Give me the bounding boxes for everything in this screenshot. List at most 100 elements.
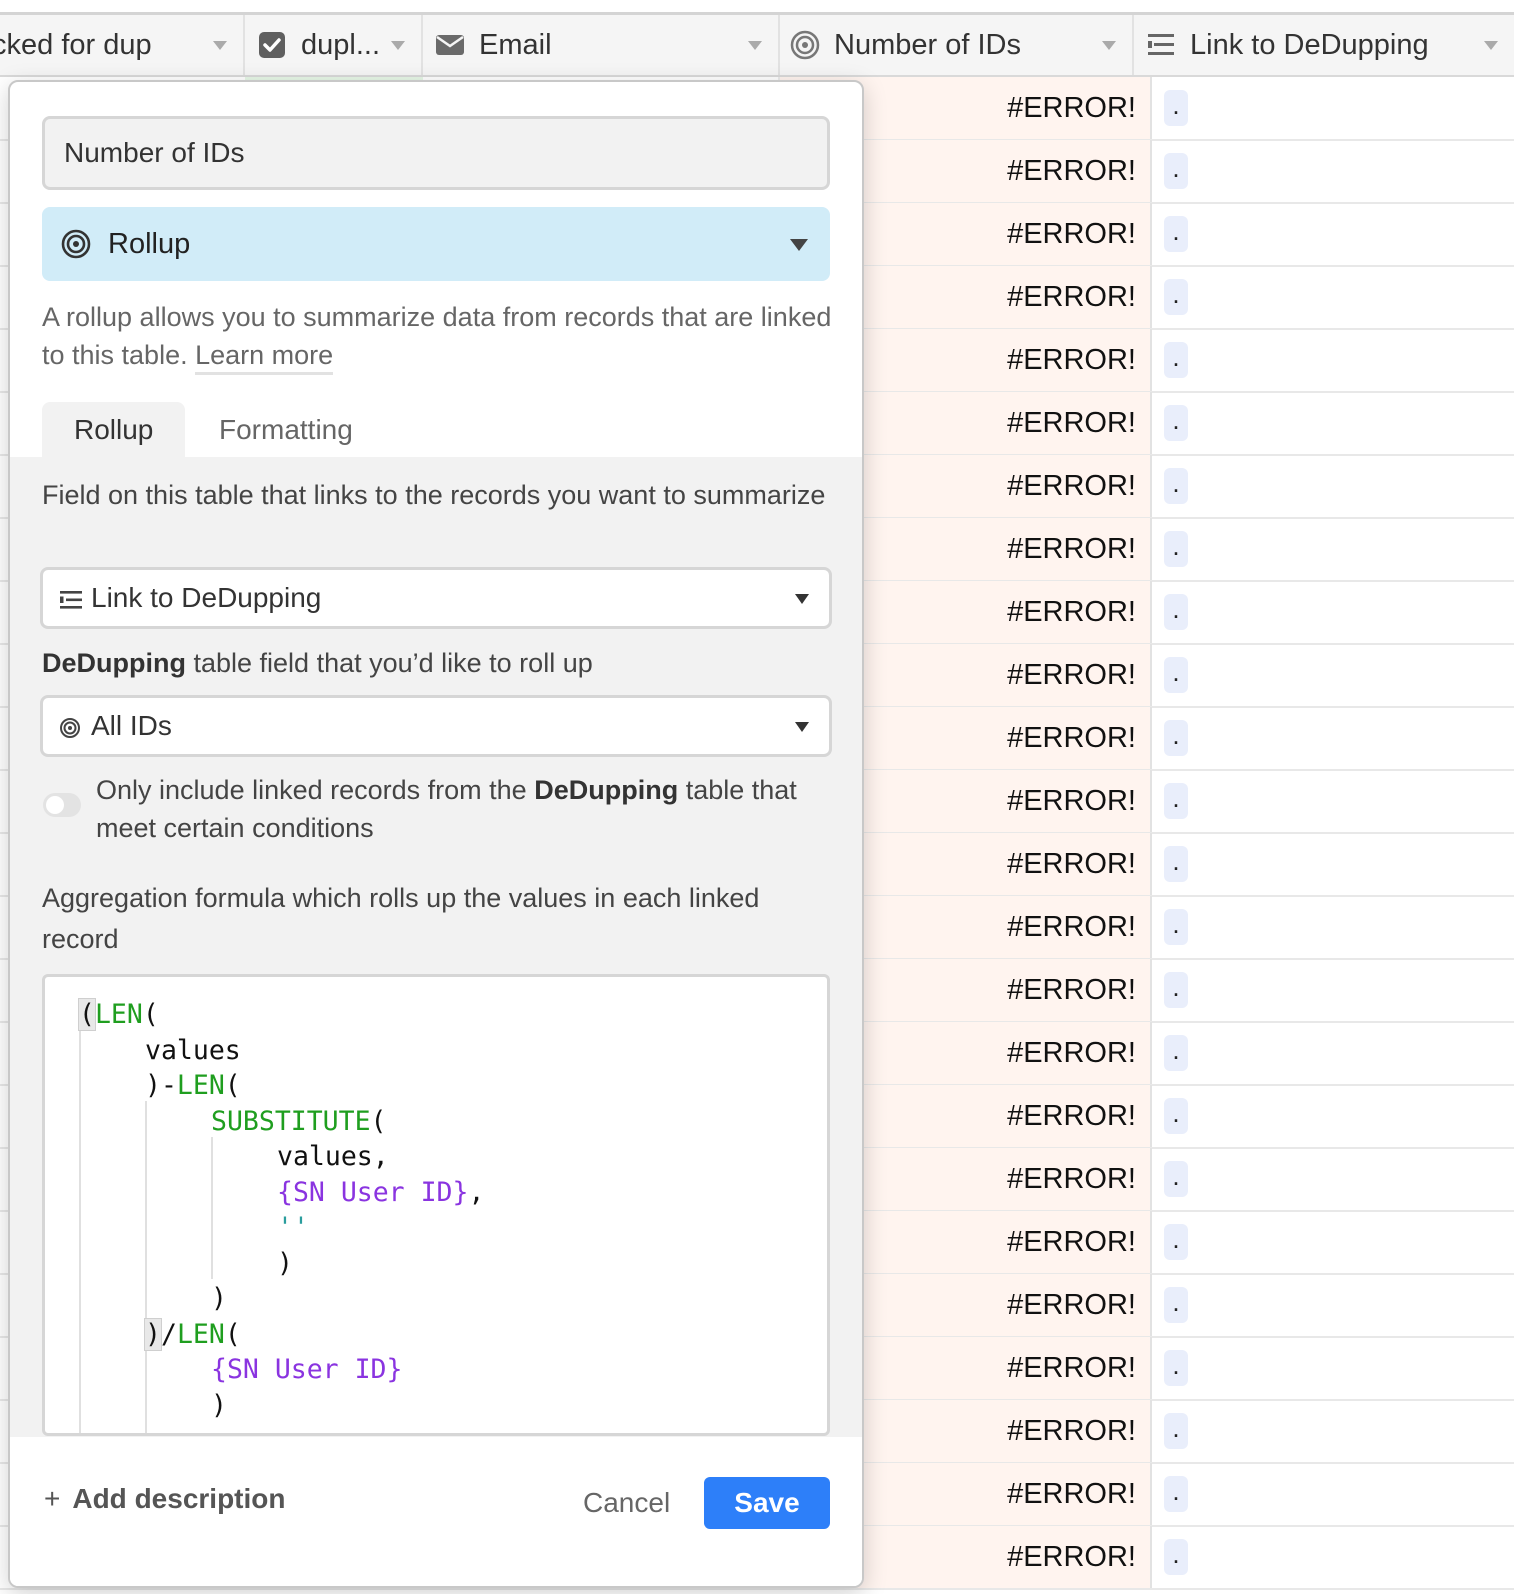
- cell-link-to-dedupping[interactable]: .: [1152, 266, 1514, 328]
- learn-more-link[interactable]: Learn more: [195, 340, 334, 375]
- formula-line: (LEN(: [78, 997, 159, 1033]
- description-text: A rollup allows you to summarize data fr…: [42, 302, 832, 370]
- cell-link-to-dedupping[interactable]: .: [1152, 1211, 1514, 1273]
- column-header-dupl[interactable]: dupl...: [245, 15, 423, 75]
- linked-record-chip[interactable]: .: [1164, 1035, 1188, 1071]
- cell-link-to-dedupping[interactable]: .: [1152, 455, 1514, 517]
- add-description-button[interactable]: + Add description: [44, 1483, 285, 1515]
- linked-record-chip[interactable]: .: [1164, 1287, 1188, 1323]
- link-field-label: Field on this table that links to the re…: [42, 480, 826, 510]
- chevron-down-icon[interactable]: [748, 41, 762, 50]
- field-config-dialog: Number of IDs Rollup A rollup allows you…: [8, 80, 864, 1588]
- rollup-field-label: DeDupping table field that you’d like to…: [42, 643, 832, 684]
- linked-record-chip[interactable]: .: [1164, 783, 1188, 819]
- cell-link-to-dedupping[interactable]: .: [1152, 329, 1514, 391]
- cell-link-to-dedupping[interactable]: .: [1152, 959, 1514, 1021]
- linked-record-chip[interactable]: .: [1164, 90, 1188, 126]
- column-header-label: Link to DeDupping: [1190, 28, 1429, 61]
- linked-record-chip[interactable]: .: [1164, 279, 1188, 315]
- cell-link-to-dedupping[interactable]: .: [1152, 392, 1514, 454]
- cell-link-to-dedupping[interactable]: .: [1152, 1274, 1514, 1336]
- rollup-field-select[interactable]: All IDs: [40, 695, 832, 757]
- linked-record-chip[interactable]: .: [1164, 1161, 1188, 1197]
- cell-link-to-dedupping[interactable]: .: [1152, 1463, 1514, 1525]
- column-header-checked-for-dup[interactable]: cked for dup: [0, 15, 245, 75]
- conditions-toggle-label: Only include linked records from the DeD…: [96, 771, 836, 847]
- linked-record-chip[interactable]: .: [1164, 846, 1188, 882]
- cell-link-to-dedupping[interactable]: .: [1152, 140, 1514, 202]
- conditions-toggle[interactable]: [43, 793, 81, 817]
- formula-token: /: [160, 1318, 177, 1350]
- column-header-label: Number of IDs: [834, 28, 1021, 61]
- table-name: DeDupping: [42, 648, 186, 678]
- cancel-button[interactable]: Cancel: [583, 1487, 670, 1519]
- cell-link-to-dedupping[interactable]: .: [1152, 896, 1514, 958]
- indent-guide: [211, 1137, 213, 1279]
- cell-link-to-dedupping[interactable]: .: [1152, 1085, 1514, 1147]
- aggregation-formula-editor[interactable]: (LEN(values)-LEN(SUBSTITUTE(values, {SN U…: [42, 974, 830, 1436]
- field-type-select[interactable]: Rollup: [42, 207, 830, 281]
- linked-record-chip[interactable]: .: [1164, 1224, 1188, 1260]
- chevron-down-icon[interactable]: [391, 41, 405, 50]
- formula-line: {SN User ID}: [211, 1352, 402, 1388]
- cell-link-to-dedupping[interactable]: .: [1152, 518, 1514, 580]
- tab-rollup[interactable]: Rollup: [42, 402, 186, 457]
- linked-record-chip[interactable]: .: [1164, 1098, 1188, 1134]
- linked-record-chip[interactable]: .: [1164, 216, 1188, 252]
- formula-token: {SN User ID}: [277, 1176, 469, 1208]
- linked-record-chip[interactable]: .: [1164, 972, 1188, 1008]
- cell-link-to-dedupping[interactable]: .: [1152, 1022, 1514, 1084]
- chevron-down-icon[interactable]: [1484, 41, 1498, 50]
- linked-record-chip[interactable]: .: [1164, 342, 1188, 378]
- formula-token: (: [142, 999, 159, 1030]
- linked-record-chip[interactable]: .: [1164, 468, 1188, 504]
- formula-token: ): [144, 1317, 162, 1351]
- formula-line: ): [277, 1246, 293, 1282]
- chevron-down-icon[interactable]: [213, 41, 227, 50]
- cell-link-to-dedupping[interactable]: .: [1152, 707, 1514, 769]
- linked-record-chip[interactable]: .: [1164, 153, 1188, 189]
- link-field-icon: [59, 586, 83, 610]
- linked-record-chip[interactable]: .: [1164, 594, 1188, 630]
- field-type-description: A rollup allows you to summarize data fr…: [42, 298, 832, 375]
- cell-link-to-dedupping[interactable]: .: [1152, 644, 1514, 706]
- cell-link-to-dedupping[interactable]: .: [1152, 581, 1514, 643]
- formula-line: {SN User ID},: [277, 1175, 484, 1211]
- dialog-footer: + Add description Cancel Save: [10, 1437, 862, 1586]
- column-header-number-of-ids[interactable]: Number of IDs: [780, 15, 1134, 75]
- formula-token: {SN User ID}: [211, 1354, 403, 1385]
- aggregation-formula-label: Aggregation formula which rolls up the v…: [42, 883, 760, 954]
- cell-link-to-dedupping[interactable]: .: [1152, 203, 1514, 265]
- linked-record-chip[interactable]: .: [1164, 720, 1188, 756]
- cell-link-to-dedupping[interactable]: .: [1152, 1148, 1514, 1210]
- cell-link-to-dedupping[interactable]: .: [1152, 833, 1514, 895]
- formula-token: ,: [468, 1176, 485, 1208]
- linked-record-chip[interactable]: .: [1164, 657, 1188, 693]
- column-header-email[interactable]: Email: [423, 15, 780, 75]
- formula-token: (: [224, 1070, 241, 1101]
- field-name-input[interactable]: Number of IDs: [42, 116, 830, 190]
- linked-record-chip[interactable]: .: [1164, 531, 1188, 567]
- save-button[interactable]: Save: [704, 1477, 830, 1529]
- linked-record-chip[interactable]: .: [1164, 909, 1188, 945]
- formula-line: ): [211, 1281, 227, 1317]
- formula-token: (: [78, 998, 96, 1031]
- toggle-label-start: Only include linked records from the: [96, 775, 535, 805]
- tab-formatting[interactable]: Formatting: [187, 402, 385, 457]
- linked-record-chip[interactable]: .: [1164, 1350, 1188, 1386]
- link-field-select[interactable]: Link to DeDupping: [40, 567, 832, 629]
- chevron-down-icon[interactable]: [1102, 41, 1116, 50]
- cell-link-to-dedupping[interactable]: .: [1152, 770, 1514, 832]
- cell-link-to-dedupping[interactable]: .: [1152, 1400, 1514, 1462]
- linked-record-chip[interactable]: .: [1164, 1476, 1188, 1512]
- rollup-icon: [59, 714, 83, 738]
- formula-line: )-LEN(: [145, 1068, 241, 1104]
- linked-record-chip[interactable]: .: [1164, 405, 1188, 441]
- formula-token: values,: [277, 1141, 389, 1172]
- cell-link-to-dedupping[interactable]: .: [1152, 77, 1514, 139]
- column-header-link-to-dedupping[interactable]: Link to DeDupping: [1134, 15, 1514, 75]
- linked-record-chip[interactable]: .: [1164, 1413, 1188, 1449]
- cell-link-to-dedupping[interactable]: .: [1152, 1337, 1514, 1399]
- linked-record-chip[interactable]: .: [1164, 1539, 1188, 1575]
- cell-link-to-dedupping[interactable]: .: [1152, 1526, 1514, 1588]
